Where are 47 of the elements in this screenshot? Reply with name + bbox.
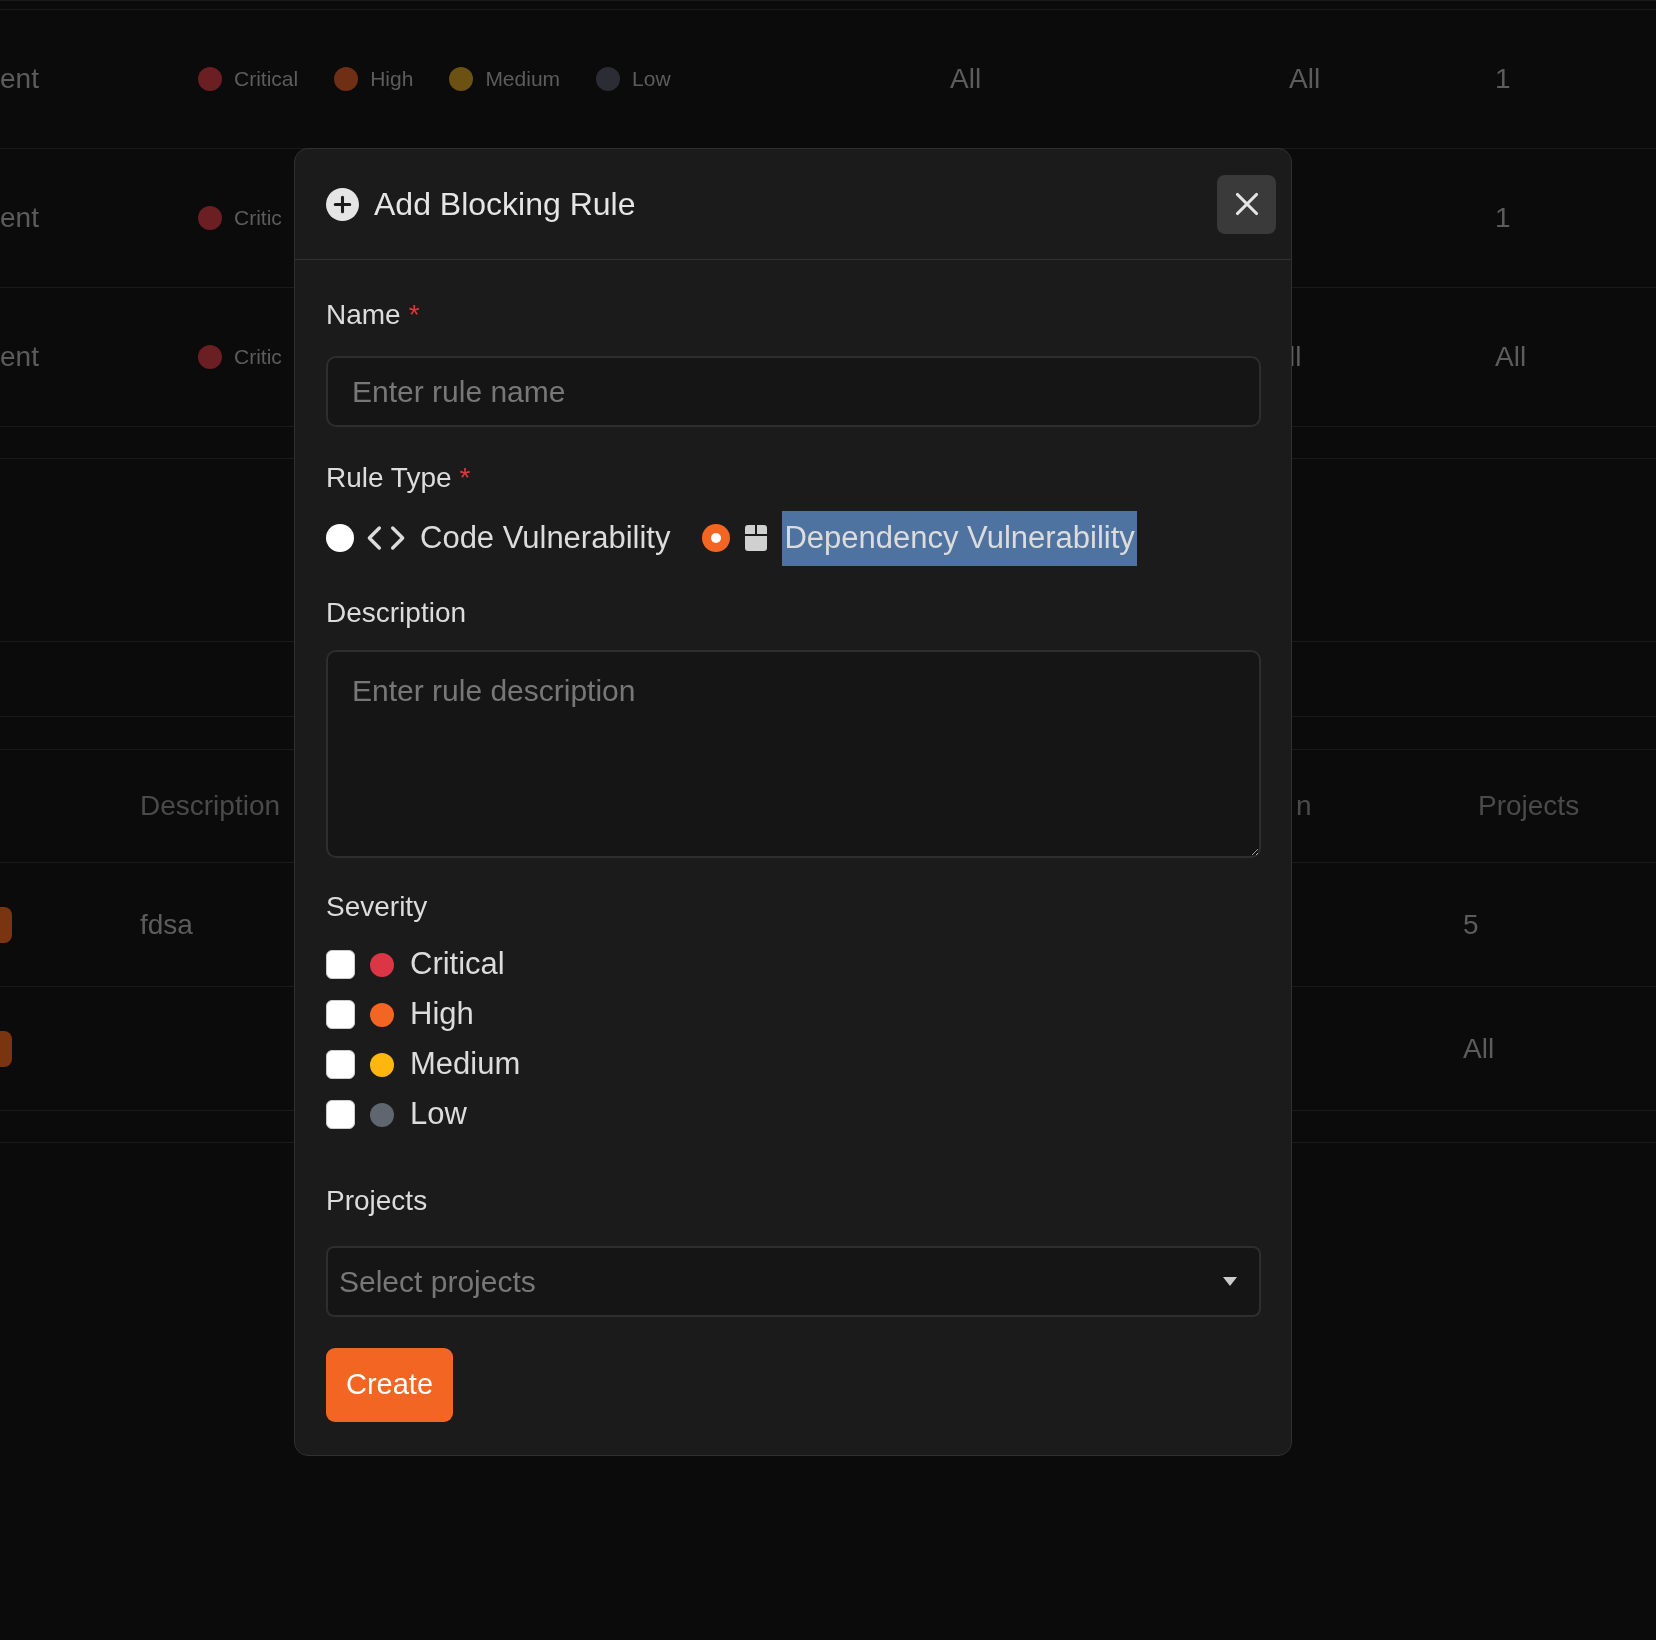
field-label: Projects	[326, 1183, 428, 1218]
table-cell: All	[1495, 341, 1527, 372]
severity-label: Critic	[234, 344, 282, 371]
severity-label: Low	[632, 66, 671, 93]
radio-label: Dependency Vulnerability	[782, 511, 1137, 566]
table-cell: All	[950, 63, 982, 94]
severity-label: Critic	[234, 205, 282, 232]
required-asterisk: *	[408, 298, 420, 332]
table-cell: ent	[0, 202, 39, 233]
table-cell: ent	[0, 63, 39, 94]
required-asterisk: *	[459, 461, 471, 495]
table-cell: fdsa	[140, 908, 193, 940]
dropdown-caret-icon	[1223, 1276, 1237, 1286]
field-label: Severity	[326, 889, 428, 924]
table-cell: 1	[1495, 63, 1511, 94]
table-cell: All	[1289, 63, 1321, 94]
severity-label: Medium	[485, 66, 561, 93]
checkbox-label: Medium	[410, 1045, 521, 1084]
radio-button[interactable]	[702, 524, 731, 553]
name-input[interactable]: Enter rule name	[326, 356, 1261, 427]
radio-label: Code Vulnerability	[419, 519, 672, 557]
close-button[interactable]	[1217, 174, 1276, 234]
radio-button[interactable]	[326, 524, 354, 553]
table-cell: All	[1463, 1032, 1495, 1064]
field-label: Name	[326, 298, 401, 332]
column-header: Description	[140, 790, 281, 821]
severity-label: High	[370, 66, 414, 93]
column-header: Projects	[1478, 790, 1580, 821]
field-label: Description	[326, 595, 467, 630]
table-cell: ent	[0, 341, 39, 372]
checkbox-label: Low	[410, 1095, 467, 1134]
description-textarea[interactable]: Enter rule description	[326, 649, 1261, 858]
checkbox-label: Critical	[410, 945, 505, 984]
column-header: n	[1296, 790, 1312, 821]
add-circle-icon	[326, 187, 359, 221]
checkbox-label: High	[410, 995, 474, 1034]
checkbox[interactable]	[326, 950, 355, 979]
severity-label: Critical	[234, 66, 299, 93]
dialog-title: Add Blocking Rule	[374, 185, 636, 224]
checkbox[interactable]	[326, 1000, 355, 1029]
create-button[interactable]: Create	[326, 1347, 454, 1422]
field-label: Rule Type	[326, 461, 452, 495]
table-cell: 5	[1463, 908, 1479, 940]
checkbox[interactable]	[326, 1100, 355, 1129]
checkbox[interactable]	[326, 1050, 355, 1079]
table-cell: 1	[1495, 202, 1511, 233]
projects-select[interactable]: Select projects	[326, 1245, 1261, 1317]
